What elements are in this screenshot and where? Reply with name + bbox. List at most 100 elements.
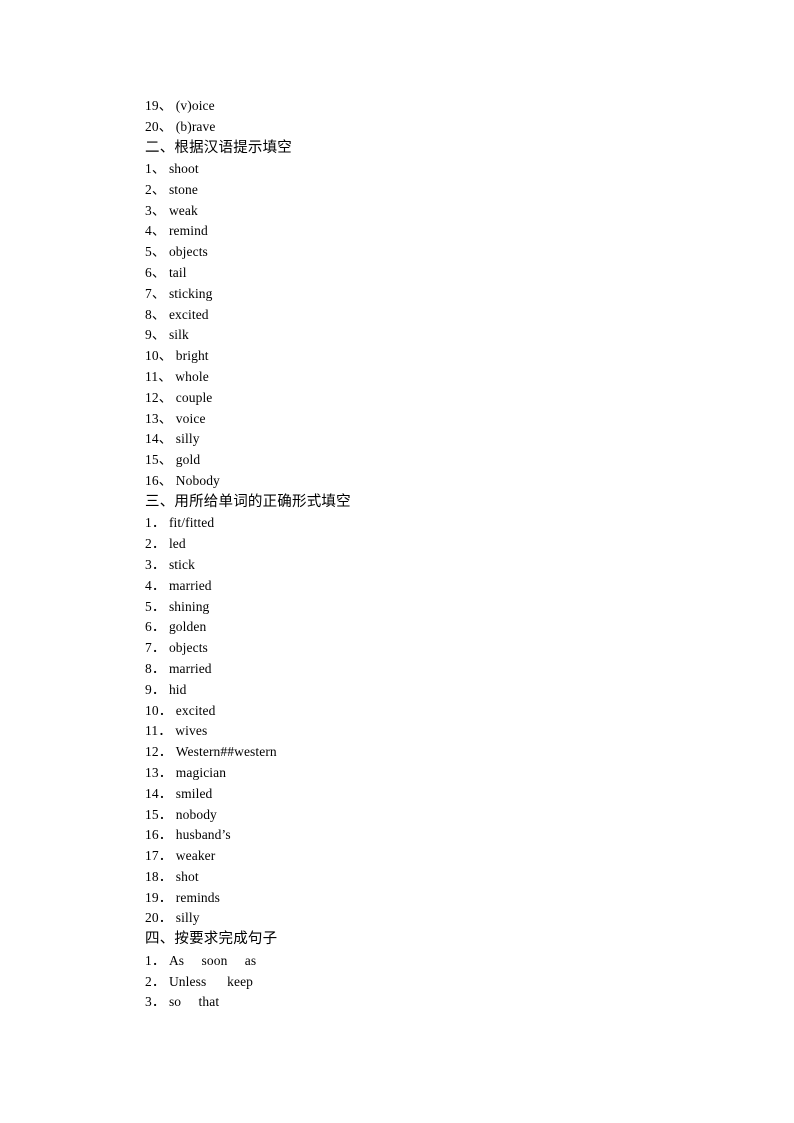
answer-item-separator: ． bbox=[158, 723, 172, 739]
answer-item-number: 13 bbox=[145, 410, 159, 426]
answer-item-text: objects bbox=[168, 244, 208, 260]
answer-key-content: 19、 (v)oice 20、 (b)rave 二、根据汉语提示填空 1、 shoot… bbox=[145, 96, 705, 1013]
answer-item-text: stick bbox=[168, 556, 195, 572]
answer-item-separator: 、 bbox=[158, 473, 173, 489]
answer-item: 8、 excited bbox=[145, 305, 705, 326]
answer-item: 14、 silly bbox=[145, 429, 705, 450]
answer-item-text: silly bbox=[175, 910, 200, 926]
answer-item-separator: ． bbox=[151, 660, 166, 676]
answer-item-text: magician bbox=[175, 764, 227, 780]
answer-item-separator: ． bbox=[158, 744, 173, 760]
answer-item-text: voice bbox=[175, 410, 206, 426]
section-heading-text: 三、用所给单词的正确形式填空 bbox=[145, 493, 351, 510]
answer-item-separator: ． bbox=[158, 806, 173, 822]
section-heading: 二、根据汉语提示填空 bbox=[145, 138, 705, 160]
answer-item-separator: 、 bbox=[151, 285, 166, 301]
answer-item-text: smiled bbox=[175, 785, 213, 801]
answer-item-number: 4 bbox=[145, 223, 152, 239]
answer-item-text: nobody bbox=[175, 806, 217, 822]
document-page: 19、 (v)oice 20、 (b)rave 二、根据汉语提示填空 1、 shoot… bbox=[0, 0, 794, 1123]
answer-item-separator: 、 bbox=[158, 348, 173, 364]
answer-item-number: 20 bbox=[145, 118, 159, 134]
answer-item-text: silk bbox=[168, 327, 189, 343]
answer-item-number: 12 bbox=[145, 389, 159, 405]
answer-item-text: As soon as bbox=[168, 952, 257, 968]
answer-item: 18． shot bbox=[145, 867, 705, 888]
answer-item-number: 2 bbox=[145, 536, 152, 552]
answer-item-number: 8 bbox=[145, 306, 152, 322]
answer-item-number: 15 bbox=[145, 452, 159, 468]
answer-item-separator: ． bbox=[151, 994, 166, 1010]
answer-item-text: objects bbox=[168, 640, 208, 656]
answer-item-separator: 、 bbox=[158, 431, 173, 447]
answer-item-separator: 、 bbox=[151, 306, 166, 322]
answer-item-number: 10 bbox=[145, 348, 159, 364]
answer-item: 13． magician bbox=[145, 763, 705, 784]
answer-item: 3、 weak bbox=[145, 201, 705, 222]
answer-item: 14． smiled bbox=[145, 784, 705, 805]
answer-item-separator: ． bbox=[151, 536, 166, 552]
answer-item: 15． nobody bbox=[145, 805, 705, 826]
answer-item: 10、 bright bbox=[145, 346, 705, 367]
answer-item: 5、 objects bbox=[145, 242, 705, 263]
answer-item-number: 3 bbox=[145, 202, 152, 218]
answer-item-separator: 、 bbox=[151, 327, 166, 343]
answer-item: 9、 silk bbox=[145, 325, 705, 346]
answer-item-text: couple bbox=[175, 389, 213, 405]
answer-item-separator: ． bbox=[151, 515, 166, 531]
answer-item: 10． excited bbox=[145, 701, 705, 722]
answer-item: 16． husband’s bbox=[145, 825, 705, 846]
answer-item-number: 1 bbox=[145, 515, 152, 531]
answer-item-text: Unless keep bbox=[168, 973, 254, 989]
answer-item: 16、 Nobody bbox=[145, 471, 705, 492]
answer-item-number: 11 bbox=[145, 723, 159, 739]
answer-item-number: 16 bbox=[145, 473, 159, 489]
answer-item-text: excited bbox=[168, 306, 209, 322]
answer-item-separator: ． bbox=[158, 785, 173, 801]
answer-item-separator: 、 bbox=[158, 410, 173, 426]
answer-item-text: married bbox=[168, 577, 212, 593]
answer-item-text: excited bbox=[175, 702, 216, 718]
answer-item-number: 6 bbox=[145, 265, 152, 281]
answer-item: 7． objects bbox=[145, 638, 705, 659]
answer-item-text: shot bbox=[175, 868, 199, 884]
answer-item-separator: 、 bbox=[151, 181, 166, 197]
answer-item-number: 14 bbox=[145, 431, 159, 447]
answer-item: 20、 (b)rave bbox=[145, 117, 705, 138]
answer-item-number: 4 bbox=[145, 577, 152, 593]
answer-item-number: 18 bbox=[145, 868, 159, 884]
answer-item-text: reminds bbox=[175, 889, 220, 905]
answer-item-separator: ． bbox=[151, 952, 166, 968]
answer-item-number: 19 bbox=[145, 98, 159, 113]
answer-item-separator: 、 bbox=[158, 452, 173, 468]
answer-item: 4、 remind bbox=[145, 221, 705, 242]
answer-item-number: 8 bbox=[145, 660, 152, 676]
answer-item-text: shoot bbox=[168, 161, 199, 177]
answer-item: 13、 voice bbox=[145, 409, 705, 430]
answer-item-separator: ． bbox=[158, 848, 173, 864]
answer-item: 1． fit/fitted bbox=[145, 513, 705, 534]
answer-item-number: 2 bbox=[145, 973, 152, 989]
answer-item-separator: 、 bbox=[151, 223, 166, 239]
answer-item-separator: ． bbox=[151, 973, 166, 989]
answer-item-number: 16 bbox=[145, 827, 159, 843]
answer-item-separator: ． bbox=[151, 598, 166, 614]
answer-item-number: 20 bbox=[145, 910, 159, 926]
answer-item-text: married bbox=[168, 660, 212, 676]
answer-item-text: bright bbox=[175, 348, 209, 364]
answer-item-text: Western##western bbox=[175, 744, 277, 760]
answer-item-text: (b)rave bbox=[175, 118, 216, 134]
answer-item-text: weaker bbox=[175, 848, 216, 864]
answer-item-text: (v)oice bbox=[175, 98, 215, 113]
answer-item: 9． hid bbox=[145, 680, 705, 701]
answer-item-separator: 、 bbox=[158, 118, 173, 134]
answer-item-text: wives bbox=[175, 723, 208, 739]
answer-item-number: 14 bbox=[145, 785, 159, 801]
answer-item-separator: ． bbox=[158, 910, 173, 926]
answer-item-text: weak bbox=[168, 202, 198, 218]
section-heading: 三、用所给单词的正确形式填空 bbox=[145, 492, 705, 514]
answer-item-separator: ． bbox=[158, 889, 173, 905]
answer-item-text: silly bbox=[175, 431, 200, 447]
answer-item-separator: ． bbox=[158, 764, 173, 780]
answer-item: 11． wives bbox=[145, 721, 705, 742]
